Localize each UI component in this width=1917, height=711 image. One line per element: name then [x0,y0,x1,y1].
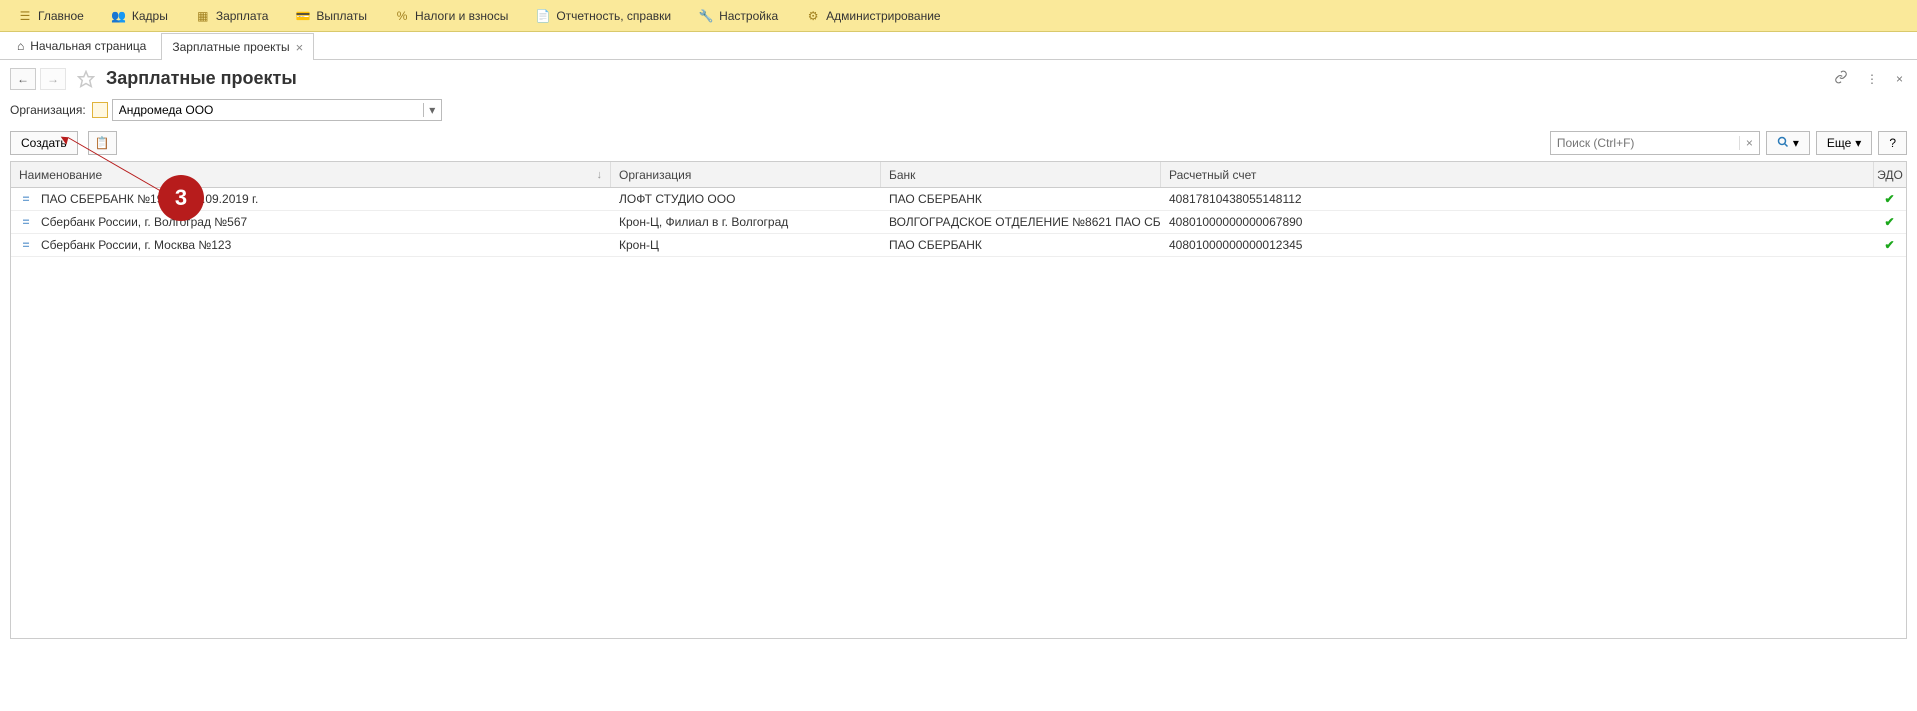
search-dropdown-button[interactable]: ▾ [1766,131,1810,155]
sort-down-icon: ↓ [597,169,603,181]
menu-vyplaty[interactable]: 💳 Выплаты [282,0,381,31]
tab-label: Начальная страница [30,39,146,53]
table-row[interactable]: =ПАО СБЕРБАНК №198 от 05.09.2019 г. ЛОФТ… [11,188,1906,211]
hamburger-icon: ☰ [18,9,32,23]
row-marker-icon: = [19,215,33,229]
link-icon[interactable] [1830,66,1852,91]
menu-label: Налоги и взносы [415,9,508,23]
percent-icon: % [395,9,409,23]
menu-label: Отчетность, справки [556,9,671,23]
nav-forward-button[interactable]: → [40,68,66,90]
check-icon: ✔ [1884,238,1894,252]
menu-label: Зарплата [216,9,269,23]
close-icon[interactable]: × [296,40,304,55]
org-label: Организация: [10,103,86,117]
tab-label: Зарплатные проекты [172,40,289,54]
more-button[interactable]: Еще ▾ [1816,131,1872,155]
check-icon: ✔ [1884,215,1894,229]
search-input[interactable] [1551,136,1739,150]
grid-body: =ПАО СБЕРБАНК №198 от 05.09.2019 г. ЛОФТ… [11,188,1906,638]
tab-zarplatnye-proekty[interactable]: Зарплатные проекты × [161,33,314,60]
top-menu: ☰ Главное 👥 Кадры ▦ Зарплата 💳 Выплаты %… [0,0,1917,32]
menu-label: Настройка [719,9,778,23]
home-icon: ⌂ [17,39,24,53]
tab-home[interactable]: ⌂ Начальная страница [6,32,157,59]
table-row[interactable]: =Сбербанк России, г. Москва №123 Крон-Ц … [11,234,1906,257]
menu-glavnoe[interactable]: ☰ Главное [4,0,98,31]
toolbar: Создать 📋 × ▾ Еще ▾ ? [0,131,1917,161]
chevron-down-icon[interactable]: ▾ [423,103,441,117]
table-row[interactable]: =Сбербанк России, г. Волгоград №567 Крон… [11,211,1906,234]
search-icon [1777,136,1789,151]
chevron-down-icon: ▾ [1793,136,1799,150]
menu-zarplata[interactable]: ▦ Зарплата [182,0,283,31]
close-icon[interactable]: × [1892,68,1907,90]
row-marker-icon: = [19,192,33,206]
check-icon: ✔ [1884,192,1894,206]
col-header-org[interactable]: Организация [611,162,881,187]
table-icon: ▦ [196,9,210,23]
gear-icon: ⚙ [806,9,820,23]
tab-strip: ⌂ Начальная страница Зарплатные проекты … [0,32,1917,60]
create-button[interactable]: Создать [10,131,78,155]
favorite-star-icon[interactable] [76,69,96,89]
nav-back-button[interactable]: ← [10,68,36,90]
wrench-icon: 🔧 [699,9,713,23]
filter-row: Организация: ▾ [0,97,1917,131]
copy-icon: 📋 [95,136,110,150]
search-box[interactable]: × [1550,131,1760,155]
col-header-bank[interactable]: Банк [881,162,1161,187]
grid-header: Наименование ↓ Организация Банк Расчетны… [11,162,1906,188]
org-checkbox[interactable] [92,102,108,118]
menu-label: Выплаты [316,9,367,23]
org-combobox[interactable]: ▾ [112,99,442,121]
title-bar: ← → Зарплатные проекты ⋮ × [0,60,1917,97]
col-header-name[interactable]: Наименование ↓ [11,162,611,187]
team-icon: 👥 [112,9,126,23]
wallet-icon: 💳 [296,9,310,23]
org-input[interactable] [113,103,423,117]
help-button[interactable]: ? [1878,131,1907,155]
data-grid: Наименование ↓ Организация Банк Расчетны… [10,161,1907,639]
menu-nalogi[interactable]: % Налоги и взносы [381,0,522,31]
row-marker-icon: = [19,238,33,252]
page-title: Зарплатные проекты [106,68,297,89]
menu-admin[interactable]: ⚙ Администрирование [792,0,954,31]
menu-nastroyka[interactable]: 🔧 Настройка [685,0,792,31]
copy-button[interactable]: 📋 [88,131,117,155]
menu-label: Администрирование [826,9,940,23]
menu-kadry[interactable]: 👥 Кадры [98,0,182,31]
clear-icon[interactable]: × [1739,136,1759,150]
kebab-icon[interactable]: ⋮ [1862,68,1882,90]
document-icon: 📄 [536,9,550,23]
col-header-edo[interactable]: ЭДО [1874,162,1906,187]
chevron-down-icon: ▾ [1855,136,1861,150]
menu-otchet[interactable]: 📄 Отчетность, справки [522,0,685,31]
menu-label: Кадры [132,9,168,23]
col-header-acct[interactable]: Расчетный счет [1161,162,1874,187]
menu-label: Главное [38,9,84,23]
